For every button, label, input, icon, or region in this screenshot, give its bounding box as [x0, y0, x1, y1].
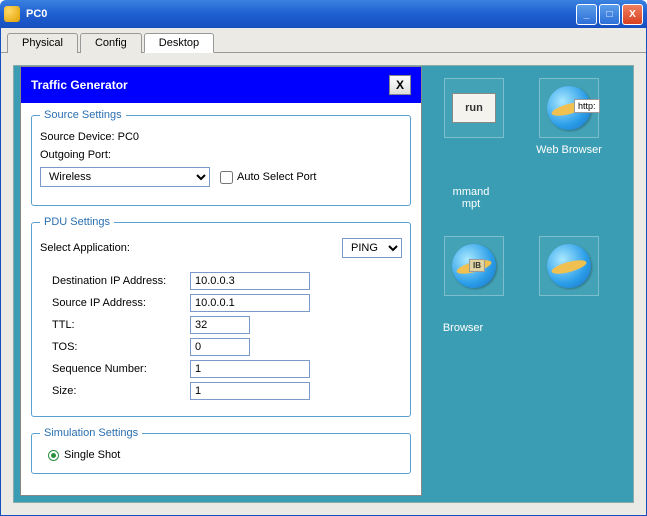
ttl-label: TTL:: [52, 319, 190, 331]
src-ip-input[interactable]: [190, 294, 310, 312]
outgoing-port-select[interactable]: Wireless: [40, 167, 210, 187]
size-label: Size:: [52, 385, 190, 397]
dialog-header: Traffic Generator X: [21, 67, 421, 103]
dialog-close-button[interactable]: X: [389, 75, 411, 95]
desktop-icon-run[interactable]: run: [429, 78, 519, 144]
window-title: PC0: [26, 8, 574, 20]
dialog-title: Traffic Generator: [31, 78, 128, 92]
http-label: http:: [574, 99, 600, 113]
size-input[interactable]: [190, 382, 310, 400]
simulation-settings-group: Simulation Settings Single Shot: [31, 427, 411, 474]
desktop-icon-web-browser[interactable]: http: Web Browser: [524, 78, 614, 156]
source-settings-legend: Source Settings: [40, 109, 126, 121]
minimize-button[interactable]: _: [576, 4, 597, 25]
icon-label: Web Browser: [524, 144, 614, 156]
dest-ip-label: Destination IP Address:: [52, 275, 190, 287]
select-application-label: Select Application:: [40, 242, 342, 254]
source-device-label: Source Device: PC0: [40, 131, 139, 143]
window-body: Physical Config Desktop run http: Web Br…: [0, 28, 647, 516]
maximize-button[interactable]: □: [599, 4, 620, 25]
application-select[interactable]: PING: [342, 238, 402, 258]
traffic-generator-dialog: Traffic Generator X Source Settings Sour…: [20, 66, 422, 496]
desktop-icon-cmd-partial[interactable]: mmand mpt: [426, 186, 516, 210]
tos-label: TOS:: [52, 341, 190, 353]
dialog-body: Source Settings Source Device: PC0 Outgo…: [21, 103, 421, 495]
window-close-button[interactable]: X: [622, 4, 643, 25]
auto-select-port-label: Auto Select Port: [237, 171, 317, 183]
source-settings-group: Source Settings Source Device: PC0 Outgo…: [31, 109, 411, 206]
ib-label: IB: [469, 259, 485, 272]
tos-input[interactable]: [190, 338, 250, 356]
simulation-settings-legend: Simulation Settings: [40, 427, 142, 439]
pdu-settings-group: PDU Settings Select Application: PING De…: [31, 216, 411, 417]
tab-physical[interactable]: Physical: [7, 33, 78, 53]
seq-label: Sequence Number:: [52, 363, 190, 375]
titlebar: PC0 _ □ X: [0, 0, 647, 28]
desktop-icon-browser2-partial[interactable]: Browser: [428, 322, 498, 334]
src-ip-label: Source IP Address:: [52, 297, 190, 309]
tab-bar: Physical Config Desktop: [1, 28, 646, 53]
auto-select-port-checkbox[interactable]: [220, 171, 233, 184]
desktop-area: run http: Web Browser mmand mpt IB Brows…: [13, 65, 634, 503]
icon-label: Browser: [428, 322, 498, 334]
dest-ip-input[interactable]: [190, 272, 310, 290]
pdu-settings-legend: PDU Settings: [40, 216, 114, 228]
desktop-icon-browser3[interactable]: [524, 236, 614, 302]
seq-input[interactable]: [190, 360, 310, 378]
single-shot-label: Single Shot: [64, 449, 120, 461]
tab-config[interactable]: Config: [80, 33, 142, 53]
desktop-icon-ib[interactable]: IB: [429, 236, 519, 302]
browser-icon: [547, 244, 591, 288]
run-icon: run: [452, 93, 496, 123]
outgoing-port-label: Outgoing Port:: [40, 149, 111, 161]
single-shot-radio[interactable]: [48, 450, 59, 461]
icon-label: mmand mpt: [426, 186, 516, 210]
app-icon: [4, 6, 20, 22]
tab-desktop[interactable]: Desktop: [144, 33, 214, 53]
ttl-input[interactable]: [190, 316, 250, 334]
